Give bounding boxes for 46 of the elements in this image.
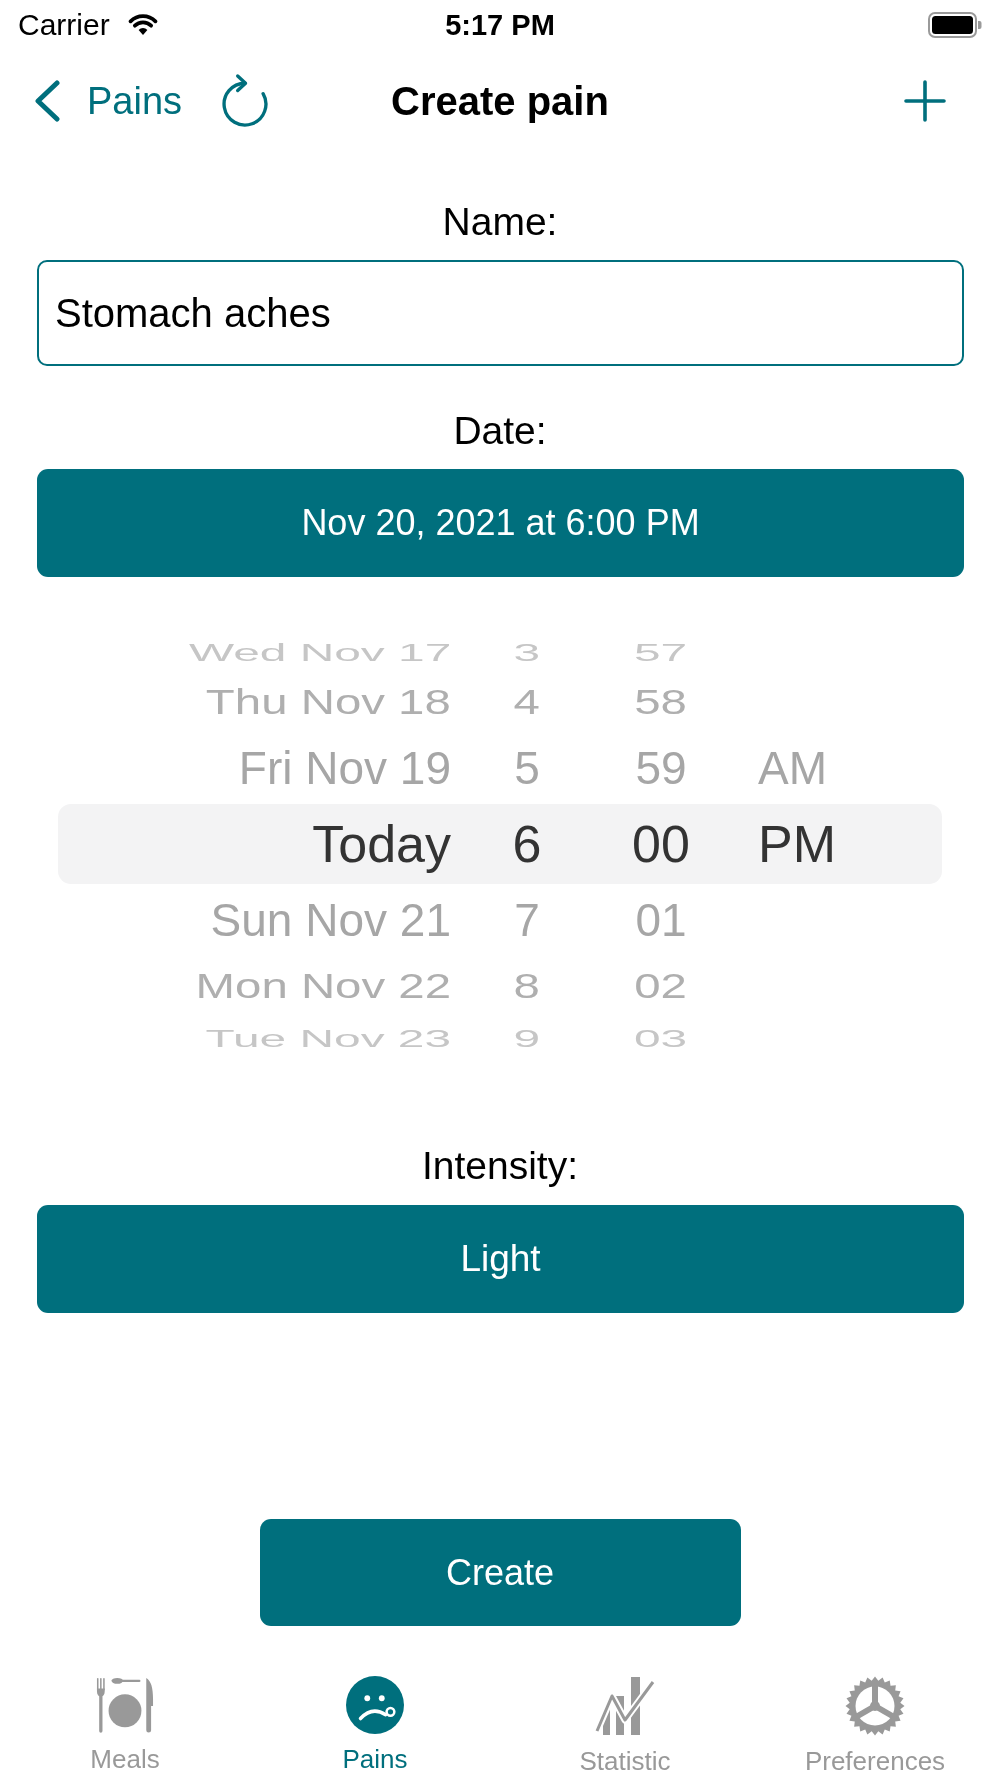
add-icon[interactable]	[904, 80, 946, 122]
picker-date-option[interactable]: Wed Nov 17	[188, 641, 451, 665]
picker-minute-option[interactable]: 57	[634, 641, 688, 665]
chevron-left-icon	[33, 80, 61, 122]
back-button[interactable]: Pains	[33, 79, 183, 123]
picker-hour-option[interactable]: 8	[513, 968, 541, 1004]
intensity-button[interactable]: Light	[37, 1205, 964, 1313]
picker-minute-option[interactable]: 58	[634, 684, 688, 720]
refresh-icon[interactable]	[222, 73, 269, 129]
battery-icon	[928, 12, 982, 38]
time-label: 5:17 PM	[445, 8, 555, 42]
picker-date-option[interactable]: Mon Nov 22	[195, 968, 451, 1004]
name-input[interactable]: Stomach aches	[37, 260, 964, 366]
picker-hour-option[interactable]: 5	[514, 745, 540, 791]
gear-icon	[845, 1676, 905, 1736]
picker-minute-option[interactable]: 03	[634, 1027, 688, 1051]
picker-hour-option[interactable]: 9	[513, 1027, 541, 1051]
screen-title: Create pain	[391, 78, 609, 124]
date-label: Date:	[453, 411, 547, 451]
picker-minute-option[interactable]: 59	[635, 745, 687, 791]
carrier-label: Carrier	[18, 8, 110, 42]
picker-minute-option[interactable]: 02	[634, 968, 688, 1004]
bar-chart-icon	[594, 1676, 656, 1736]
intensity-label: Intensity:	[421, 1146, 579, 1186]
picker-hour-option[interactable]: 6	[512, 818, 542, 870]
plate-cutlery-icon	[95, 1676, 155, 1734]
tab-item[interactable]: Statistic	[579, 1676, 671, 1776]
picker-hour-option[interactable]: 7	[514, 897, 540, 943]
picker-date-option[interactable]: Thu Nov 18	[206, 684, 451, 720]
picker-hour-option[interactable]: 4	[513, 684, 541, 720]
picker-date-option[interactable]: Tue Nov 23	[205, 1027, 451, 1051]
picker-minute-option[interactable]: 01	[635, 897, 687, 943]
date-button[interactable]: Nov 20, 2021 at 6:00 PM	[37, 469, 964, 577]
name-label: Name:	[442, 202, 558, 242]
tab-item[interactable]: Meals	[90, 1676, 160, 1774]
create-button[interactable]: Create	[259, 1519, 741, 1626]
picker-period-option[interactable]: AM	[758, 745, 827, 791]
picker-hour-option[interactable]: 3	[513, 641, 541, 665]
sad-face-icon	[346, 1676, 404, 1734]
picker-date-option[interactable]: Fri Nov 19	[238, 745, 451, 791]
picker-period-option[interactable]: PM	[758, 818, 836, 870]
tab-item[interactable]: Preferences	[804, 1676, 946, 1776]
picker-date-option[interactable]: Sun Nov 21	[210, 897, 451, 943]
tab-item[interactable]: Pains	[342, 1676, 408, 1774]
picker-minute-option[interactable]: 00	[632, 818, 690, 870]
wifi-icon	[127, 14, 158, 36]
